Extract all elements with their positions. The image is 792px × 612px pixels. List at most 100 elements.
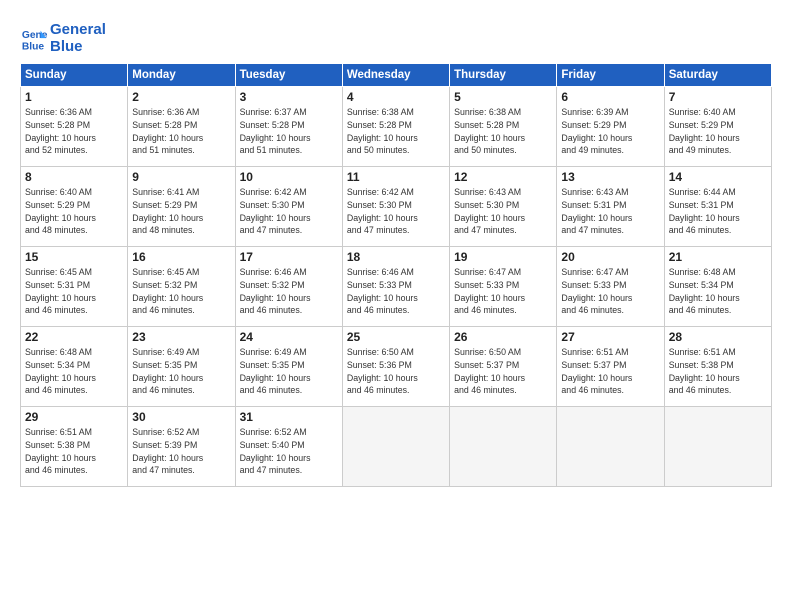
day-number: 17	[240, 250, 338, 264]
day-number: 12	[454, 170, 552, 184]
day-number: 4	[347, 90, 445, 104]
calendar-cell: 31Sunrise: 6:52 AMSunset: 5:40 PMDayligh…	[235, 407, 342, 487]
calendar-table: Sunday Monday Tuesday Wednesday Thursday…	[20, 63, 772, 487]
day-info: Sunrise: 6:41 AMSunset: 5:29 PMDaylight:…	[132, 186, 230, 237]
day-number: 20	[561, 250, 659, 264]
calendar-cell	[342, 407, 449, 487]
calendar-cell: 19Sunrise: 6:47 AMSunset: 5:33 PMDayligh…	[450, 247, 557, 327]
day-number: 9	[132, 170, 230, 184]
calendar-cell: 13 Sunrise: 6:43 AMSunset: 5:31 PMDayligh…	[557, 167, 664, 247]
header-friday: Friday	[557, 64, 664, 87]
calendar-cell: 18Sunrise: 6:46 AMSunset: 5:33 PMDayligh…	[342, 247, 449, 327]
day-info: Sunrise: 6:36 AMSunset: 5:28 PMDaylight:…	[25, 106, 123, 157]
day-info: Sunrise: 6:39 AMSunset: 5:29 PMDaylight:…	[561, 106, 659, 157]
logo-text: General Blue	[50, 22, 106, 55]
calendar-cell: 1 Sunrise: 6:36 AMSunset: 5:28 PMDaylight…	[21, 87, 128, 167]
day-number: 7	[669, 90, 767, 104]
calendar-cell: 9 Sunrise: 6:41 AMSunset: 5:29 PMDaylight…	[128, 167, 235, 247]
calendar-cell: 24 Sunrise: 6:49 AMSunset: 5:35 PMDayligh…	[235, 327, 342, 407]
day-info: Sunrise: 6:47 AMSunset: 5:33 PMDaylight:…	[561, 266, 659, 317]
calendar-cell: 11 Sunrise: 6:42 AMSunset: 5:30 PMDayligh…	[342, 167, 449, 247]
logo-icon: General Blue	[20, 25, 48, 53]
day-number: 24	[240, 330, 338, 344]
day-number: 15	[25, 250, 123, 264]
day-number: 1	[25, 90, 123, 104]
calendar-cell: 15Sunrise: 6:45 AMSunset: 5:31 PMDayligh…	[21, 247, 128, 327]
day-info: Sunrise: 6:36 AMSunset: 5:28 PMDaylight:…	[132, 106, 230, 157]
calendar-cell: 12 Sunrise: 6:43 AMSunset: 5:30 PMDayligh…	[450, 167, 557, 247]
day-info: Sunrise: 6:51 AMSunset: 5:38 PMDaylight:…	[25, 426, 123, 477]
calendar-cell: 10 Sunrise: 6:42 AMSunset: 5:30 PMDayligh…	[235, 167, 342, 247]
day-info: Sunrise: 6:49 AMSunset: 5:35 PMDaylight:…	[132, 346, 230, 397]
calendar-cell: 3Sunrise: 6:37 AMSunset: 5:28 PMDaylight…	[235, 87, 342, 167]
day-info: Sunrise: 6:49 AMSunset: 5:35 PMDaylight:…	[240, 346, 338, 397]
day-info: Sunrise: 6:51 AMSunset: 5:37 PMDaylight:…	[561, 346, 659, 397]
calendar-cell: 28 Sunrise: 6:51 AMSunset: 5:38 PMDayligh…	[664, 327, 771, 407]
day-info: Sunrise: 6:48 AMSunset: 5:34 PMDaylight:…	[669, 266, 767, 317]
calendar-cell: 30Sunrise: 6:52 AMSunset: 5:39 PMDayligh…	[128, 407, 235, 487]
day-number: 10	[240, 170, 338, 184]
logo: General Blue General Blue	[20, 22, 106, 55]
day-info: Sunrise: 6:52 AMSunset: 5:39 PMDaylight:…	[132, 426, 230, 477]
day-info: Sunrise: 6:43 AMSunset: 5:31 PMDaylight:…	[561, 186, 659, 237]
day-number: 5	[454, 90, 552, 104]
day-info: Sunrise: 6:40 AMSunset: 5:29 PMDaylight:…	[669, 106, 767, 157]
day-info: Sunrise: 6:46 AMSunset: 5:33 PMDaylight:…	[347, 266, 445, 317]
day-info: Sunrise: 6:50 AMSunset: 5:36 PMDaylight:…	[347, 346, 445, 397]
calendar-cell: 22 Sunrise: 6:48 AMSunset: 5:34 PMDayligh…	[21, 327, 128, 407]
weekday-header-row: Sunday Monday Tuesday Wednesday Thursday…	[21, 64, 772, 87]
calendar-cell: 25 Sunrise: 6:50 AMSunset: 5:36 PMDayligh…	[342, 327, 449, 407]
calendar-cell: 8 Sunrise: 6:40 AMSunset: 5:29 PMDaylight…	[21, 167, 128, 247]
calendar-week-row: 29 Sunrise: 6:51 AMSunset: 5:38 PMDayligh…	[21, 407, 772, 487]
calendar-cell: 4 Sunrise: 6:38 AMSunset: 5:28 PMDaylight…	[342, 87, 449, 167]
day-info: Sunrise: 6:38 AMSunset: 5:28 PMDaylight:…	[454, 106, 552, 157]
calendar-week-row: 15Sunrise: 6:45 AMSunset: 5:31 PMDayligh…	[21, 247, 772, 327]
day-number: 27	[561, 330, 659, 344]
svg-text:Blue: Blue	[22, 41, 45, 52]
calendar-cell: 2 Sunrise: 6:36 AMSunset: 5:28 PMDaylight…	[128, 87, 235, 167]
day-number: 6	[561, 90, 659, 104]
header-tuesday: Tuesday	[235, 64, 342, 87]
day-info: Sunrise: 6:46 AMSunset: 5:32 PMDaylight:…	[240, 266, 338, 317]
day-info: Sunrise: 6:38 AMSunset: 5:28 PMDaylight:…	[347, 106, 445, 157]
calendar-cell: 27 Sunrise: 6:51 AMSunset: 5:37 PMDayligh…	[557, 327, 664, 407]
calendar-cell: 26Sunrise: 6:50 AMSunset: 5:37 PMDayligh…	[450, 327, 557, 407]
header-monday: Monday	[128, 64, 235, 87]
calendar-cell	[557, 407, 664, 487]
header-thursday: Thursday	[450, 64, 557, 87]
day-number: 21	[669, 250, 767, 264]
day-number: 23	[132, 330, 230, 344]
calendar-cell: 17 Sunrise: 6:46 AMSunset: 5:32 PMDayligh…	[235, 247, 342, 327]
day-number: 13	[561, 170, 659, 184]
day-number: 22	[25, 330, 123, 344]
day-info: Sunrise: 6:43 AMSunset: 5:30 PMDaylight:…	[454, 186, 552, 237]
day-number: 25	[347, 330, 445, 344]
calendar-cell: 16Sunrise: 6:45 AMSunset: 5:32 PMDayligh…	[128, 247, 235, 327]
day-number: 8	[25, 170, 123, 184]
calendar-week-row: 8 Sunrise: 6:40 AMSunset: 5:29 PMDaylight…	[21, 167, 772, 247]
calendar-cell: 20 Sunrise: 6:47 AMSunset: 5:33 PMDayligh…	[557, 247, 664, 327]
day-number: 28	[669, 330, 767, 344]
calendar-cell: 21 Sunrise: 6:48 AMSunset: 5:34 PMDayligh…	[664, 247, 771, 327]
day-info: Sunrise: 6:42 AMSunset: 5:30 PMDaylight:…	[347, 186, 445, 237]
calendar-week-row: 1 Sunrise: 6:36 AMSunset: 5:28 PMDaylight…	[21, 87, 772, 167]
day-info: Sunrise: 6:42 AMSunset: 5:30 PMDaylight:…	[240, 186, 338, 237]
day-number: 16	[132, 250, 230, 264]
day-number: 31	[240, 410, 338, 424]
day-number: 11	[347, 170, 445, 184]
calendar-cell: 29 Sunrise: 6:51 AMSunset: 5:38 PMDayligh…	[21, 407, 128, 487]
calendar-cell: 14Sunrise: 6:44 AMSunset: 5:31 PMDayligh…	[664, 167, 771, 247]
day-number: 26	[454, 330, 552, 344]
day-info: Sunrise: 6:51 AMSunset: 5:38 PMDaylight:…	[669, 346, 767, 397]
day-info: Sunrise: 6:40 AMSunset: 5:29 PMDaylight:…	[25, 186, 123, 237]
day-number: 2	[132, 90, 230, 104]
calendar-cell: 23 Sunrise: 6:49 AMSunset: 5:35 PMDayligh…	[128, 327, 235, 407]
calendar-cell: 7 Sunrise: 6:40 AMSunset: 5:29 PMDaylight…	[664, 87, 771, 167]
day-number: 29	[25, 410, 123, 424]
header-wednesday: Wednesday	[342, 64, 449, 87]
day-info: Sunrise: 6:37 AMSunset: 5:28 PMDaylight:…	[240, 106, 338, 157]
day-info: Sunrise: 6:44 AMSunset: 5:31 PMDaylight:…	[669, 186, 767, 237]
day-info: Sunrise: 6:48 AMSunset: 5:34 PMDaylight:…	[25, 346, 123, 397]
header: General Blue General Blue	[20, 18, 772, 55]
calendar-week-row: 22 Sunrise: 6:48 AMSunset: 5:34 PMDayligh…	[21, 327, 772, 407]
